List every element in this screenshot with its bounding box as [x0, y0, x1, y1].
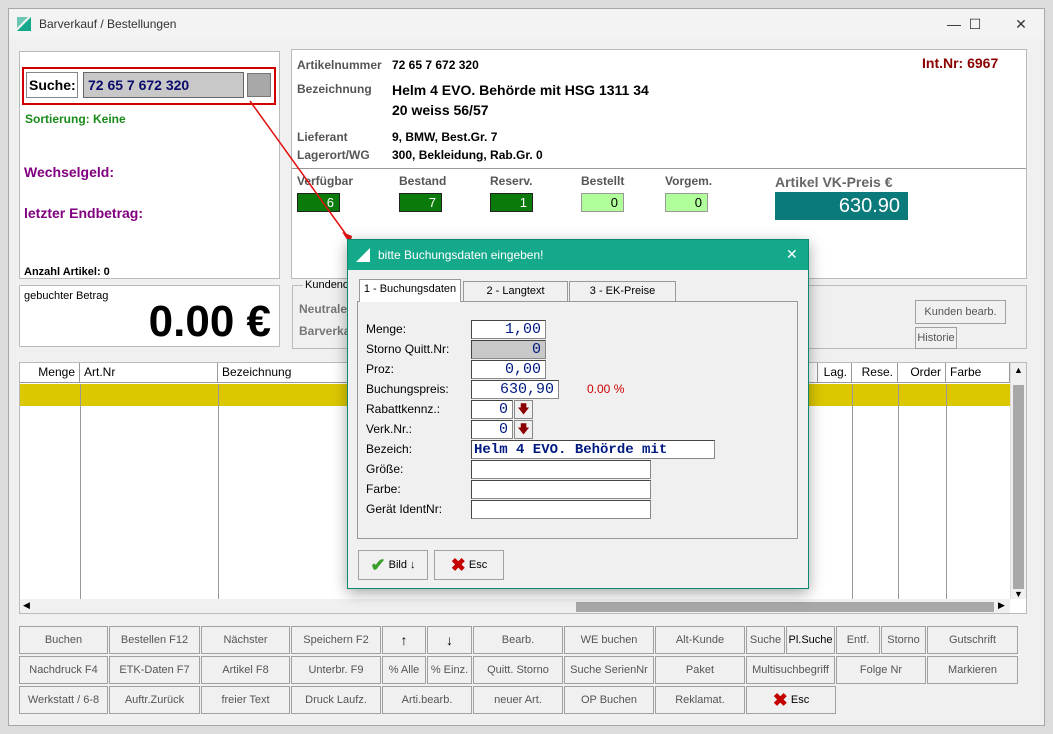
label-verk: Verk.Nr.:: [366, 422, 413, 436]
bezeich-input[interactable]: Helm 4 EVO. Behörde mit: [471, 440, 715, 459]
tab-panel: Menge: Storno Quitt.Nr: Proz: Buchungspr…: [357, 301, 798, 539]
tab-langtext[interactable]: 2 - Langtext: [463, 281, 568, 301]
checkmark-icon: ✔: [370, 555, 386, 576]
label-bezeich: Bezeich:: [366, 442, 413, 456]
bild-label: Bild: [388, 559, 407, 571]
esc-dialog-label: Esc: [468, 559, 488, 571]
rabatt-dropdown-icon[interactable]: 🡇: [514, 400, 533, 419]
preis-input[interactable]: 630,90: [471, 380, 559, 399]
tab-ek-preise[interactable]: 3 - EK-Preise: [569, 281, 676, 301]
label-storno: Storno Quitt.Nr:: [366, 342, 450, 356]
geraet-input[interactable]: [471, 500, 651, 519]
arrow-down-icon: ↓: [410, 559, 416, 571]
storno-input[interactable]: 0: [471, 340, 546, 359]
label-preis: Buchungspreis:: [366, 382, 449, 396]
dialog-logo-icon: [356, 248, 370, 262]
menge-input[interactable]: 1,00: [471, 320, 546, 339]
label-rabatt: Rabattkennz.:: [366, 402, 441, 416]
dialog-title: bitte Buchungsdaten eingeben!: [378, 248, 544, 262]
tab-buchungsdaten[interactable]: 1 - Buchungsdaten: [359, 279, 461, 302]
label-groesse: Größe:: [366, 462, 404, 476]
booking-dialog: bitte Buchungsdaten eingeben! ✕ 1 - Buch…: [347, 239, 809, 589]
label-geraet: Gerät IdentNr:: [366, 502, 443, 516]
esc-dialog-button[interactable]: ✖ Esc: [434, 550, 504, 580]
bild-button[interactable]: ✔ Bild ↓: [358, 550, 428, 580]
dialog-title-bar: bitte Buchungsdaten eingeben! ✕: [348, 240, 808, 270]
label-farbe: Farbe:: [366, 482, 401, 496]
close-x-icon: ✖: [450, 555, 466, 576]
label-menge: Menge:: [366, 322, 407, 336]
dialog-close-icon[interactable]: ✕: [786, 246, 798, 263]
groesse-input[interactable]: [471, 460, 651, 479]
percent-value: 0.00 %: [587, 382, 625, 396]
proz-input[interactable]: 0,00: [471, 360, 546, 379]
rabatt-input[interactable]: 0: [471, 400, 513, 419]
verk-dropdown-icon[interactable]: 🡇: [514, 420, 533, 439]
label-proz: Proz:: [366, 362, 395, 376]
farbe-input[interactable]: [471, 480, 651, 499]
verk-input[interactable]: 0: [471, 420, 513, 439]
